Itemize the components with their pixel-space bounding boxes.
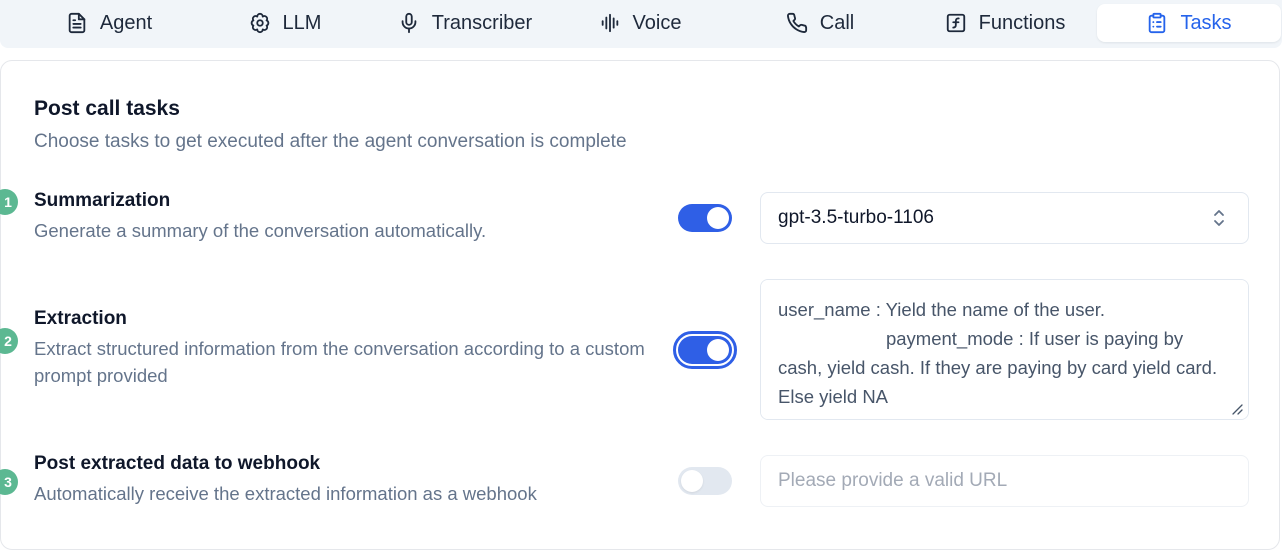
extraction-description: Extract structured information from the … (34, 338, 645, 386)
section-title: Post call tasks (34, 97, 180, 120)
tab-functions[interactable]: Functions (920, 4, 1090, 42)
webhook-description: Automatically receive the extracted info… (34, 483, 537, 504)
audio-lines-icon (599, 12, 621, 34)
tab-label: Call (819, 11, 855, 34)
clipboard-icon (1146, 12, 1168, 34)
tab-transcriber[interactable]: Transcriber (380, 4, 550, 42)
webhook-toggle[interactable] (678, 467, 732, 495)
tab-agent[interactable]: Agent (24, 4, 194, 42)
summarization-model-select[interactable]: gpt-3.5-turbo-1106 (760, 192, 1249, 244)
tab-label: Tasks (1180, 11, 1232, 34)
tab-label: Agent (99, 11, 153, 34)
summarization-title: Summarization (34, 190, 171, 211)
function-icon (945, 12, 967, 34)
chevron-up-down-icon (1214, 210, 1224, 226)
tab-label: Voice (632, 11, 682, 34)
webhook-url-input[interactable] (760, 455, 1249, 507)
toggle-knob (707, 339, 729, 361)
tab-label: LLM (282, 11, 322, 34)
extraction-prompt-textarea[interactable]: user_name : Yield the name of the user. … (760, 279, 1249, 420)
tab-voice[interactable]: Voice (555, 4, 725, 42)
phone-icon (786, 12, 808, 34)
brain-icon (249, 12, 271, 34)
tab-label: Functions (978, 11, 1066, 34)
tab-llm[interactable]: LLM (200, 4, 370, 42)
summarization-toggle[interactable] (678, 204, 732, 232)
toggle-knob (707, 207, 729, 229)
tab-call[interactable]: Call (735, 4, 905, 42)
webhook-title: Post extracted data to webhook (34, 453, 321, 474)
tab-tasks[interactable]: Tasks (1097, 4, 1281, 42)
summarization-description: Generate a summary of the conversation a… (34, 220, 487, 241)
resize-grip-icon[interactable] (1231, 403, 1243, 415)
extraction-title: Extraction (34, 308, 127, 329)
extraction-toggle[interactable] (673, 331, 737, 369)
model-select-value: gpt-3.5-turbo-1106 (778, 207, 934, 228)
file-text-icon (66, 12, 88, 34)
mic-icon (398, 12, 420, 34)
tab-label: Transcriber (431, 11, 533, 34)
tab-bar: Agent LLM Transcriber Voice Call Functio… (0, 0, 1282, 48)
section-subtitle: Choose tasks to get executed after the a… (34, 131, 627, 152)
toggle-knob (681, 470, 703, 492)
